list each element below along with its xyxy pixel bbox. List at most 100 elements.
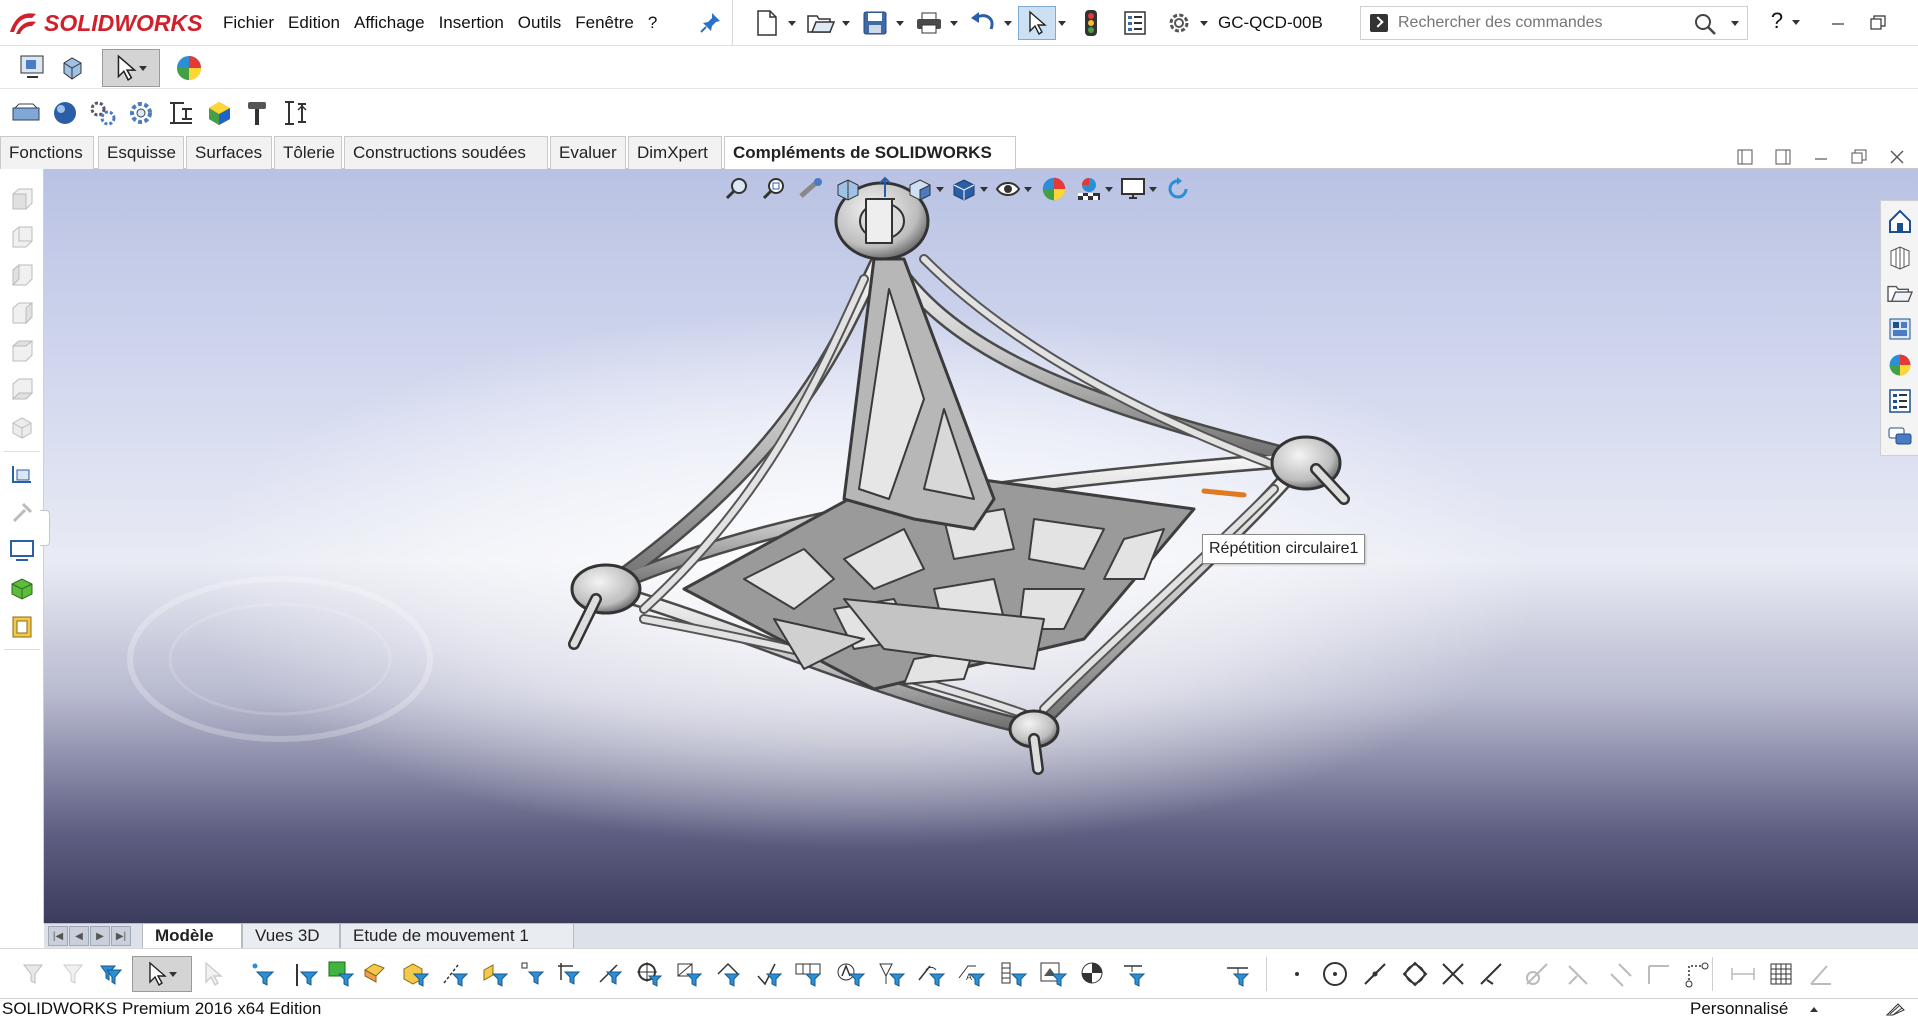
rotate-view-button[interactable]	[1160, 171, 1197, 207]
chevron-down-icon[interactable]	[1792, 20, 1800, 25]
search-input[interactable]	[1398, 14, 1688, 32]
chevron-down-icon[interactable]	[896, 20, 904, 26]
filter-datum-features-button[interactable]	[874, 956, 908, 992]
file-properties-button[interactable]	[1116, 6, 1154, 40]
tab-complements-solidworks[interactable]: Compléments de SOLIDWORKS	[724, 136, 1016, 170]
doc-restore-button[interactable]	[1840, 140, 1878, 174]
menu-fichier[interactable]: Fichier	[216, 0, 281, 46]
open-button[interactable]	[802, 6, 840, 40]
rx-button[interactable]	[240, 96, 274, 130]
solidworks-logo[interactable]: SOLIDWORKS	[6, 8, 202, 38]
dynamic-annotation-button[interactable]	[866, 171, 903, 207]
tile-right-button[interactable]	[1764, 140, 1802, 174]
snap-parallel-button[interactable]	[1604, 956, 1638, 992]
filter-midpoints-button[interactable]	[594, 956, 628, 992]
menu-insertion[interactable]: Insertion	[432, 0, 511, 46]
filter-dimensions-button[interactable]	[712, 956, 746, 992]
chevron-down-icon[interactable]	[842, 20, 850, 26]
sketch-tools-button[interactable]	[6, 497, 38, 529]
apply-scene-button[interactable]	[1072, 171, 1116, 207]
top-view-button[interactable]	[6, 335, 38, 367]
chevron-down-icon[interactable]	[1200, 20, 1208, 26]
tab-esquisse[interactable]: Esquisse	[98, 136, 184, 169]
new-document-button[interactable]	[748, 6, 786, 40]
solidworks-resources-tab[interactable]	[1882, 203, 1918, 239]
filter-clear-button[interactable]	[56, 956, 90, 992]
appearances-scenes-tab[interactable]	[1882, 347, 1918, 383]
snap-grid-button[interactable]	[1764, 956, 1798, 992]
panel-collapse-handle[interactable]	[40, 510, 50, 546]
tab-modele[interactable]: Modèle	[142, 924, 242, 949]
chevron-down-icon[interactable]	[1149, 186, 1157, 192]
display-pane-button[interactable]	[6, 611, 38, 643]
front-view-button[interactable]	[6, 183, 38, 215]
filter-faces-button[interactable]	[324, 956, 358, 992]
snap-intersection-button[interactable]	[1436, 956, 1470, 992]
previous-tab-button[interactable]: ◀	[69, 926, 89, 946]
snap-quadrant-button[interactable]	[1398, 956, 1432, 992]
tab-fonctions[interactable]: Fonctions	[0, 136, 94, 169]
snap-tangent-button[interactable]	[1520, 956, 1554, 992]
custom-properties-tab[interactable]	[1882, 383, 1918, 419]
view-orientation-button[interactable]	[903, 171, 947, 207]
chevron-down-icon[interactable]	[169, 971, 177, 977]
zoom-area-button[interactable]	[755, 171, 792, 207]
next-tab-button[interactable]: ▶	[90, 926, 110, 946]
help-button[interactable]: ?	[1762, 8, 1792, 34]
snap-perpendicular-button[interactable]	[1562, 956, 1596, 992]
section-view-button[interactable]	[6, 573, 38, 605]
tab-surfaces[interactable]: Surfaces	[186, 136, 272, 169]
tab-vues-3d[interactable]: Vues 3D	[242, 924, 340, 949]
motion-button[interactable]	[86, 96, 120, 130]
previous-view-button[interactable]	[792, 171, 829, 207]
options-button[interactable]	[1160, 6, 1198, 40]
chevron-up-icon[interactable]	[1810, 1007, 1818, 1012]
filter-edges-button[interactable]	[290, 956, 324, 992]
chevron-down-icon[interactable]	[1058, 20, 1066, 26]
display-style-button[interactable]	[947, 171, 991, 207]
simulation-button[interactable]	[124, 96, 158, 130]
filter-sketch-segments-button[interactable]	[552, 956, 586, 992]
tab-evaluer[interactable]: Evaluer	[550, 136, 626, 169]
menu-affichage[interactable]: Affichage	[347, 0, 432, 46]
chevron-down-icon[interactable]	[980, 186, 988, 192]
flow-simulation-button[interactable]	[202, 96, 236, 130]
normal-to-button[interactable]	[6, 459, 38, 491]
snap-center-button[interactable]	[1318, 956, 1352, 992]
menu-fenetre[interactable]: Fenêtre	[568, 0, 641, 46]
isometric-view-button[interactable]	[6, 411, 38, 443]
snap-to-points-button[interactable]	[1680, 956, 1714, 992]
graphics-area[interactable]	[44, 169, 1918, 923]
back-view-button[interactable]	[6, 221, 38, 253]
edit-appearance-button[interactable]	[1035, 171, 1072, 207]
bottom-view-button[interactable]	[6, 373, 38, 405]
filter-weld-symbols-button[interactable]	[914, 956, 948, 992]
select-filter-button[interactable]	[132, 956, 192, 992]
filter-solid-bodies-button[interactable]	[398, 956, 432, 992]
make-drawing-button[interactable]	[54, 51, 88, 85]
menu-edition[interactable]: Edition	[281, 0, 347, 46]
select-button[interactable]	[1018, 6, 1056, 40]
filter-toggle-button[interactable]	[16, 956, 50, 992]
search-icon[interactable]	[1693, 12, 1717, 36]
left-view-button[interactable]	[6, 259, 38, 291]
tab-etude-mouvement[interactable]: Etude de mouvement 1	[340, 924, 574, 949]
first-tab-button[interactable]: |◀	[48, 926, 68, 946]
filter-vertices-button[interactable]	[246, 956, 280, 992]
view-settings-button[interactable]	[1116, 171, 1160, 207]
hide-show-items-button[interactable]	[991, 171, 1035, 207]
chevron-down-icon[interactable]	[788, 20, 796, 26]
chevron-down-icon[interactable]	[1731, 21, 1739, 26]
select-tool-button[interactable]	[102, 49, 160, 87]
rebuild-button[interactable]	[1072, 6, 1110, 40]
filter-welds-button[interactable]	[1078, 956, 1112, 992]
chevron-down-icon[interactable]	[1004, 20, 1012, 26]
filter-blocks-button[interactable]	[1036, 956, 1070, 992]
select-other-button[interactable]	[196, 956, 230, 992]
filter-center-marks-button[interactable]	[632, 956, 666, 992]
save-button[interactable]	[856, 6, 894, 40]
filter-all-button[interactable]	[94, 956, 128, 992]
chevron-down-icon[interactable]	[1105, 186, 1113, 192]
view-selector-button[interactable]	[6, 535, 38, 567]
filter-datum-targets-button[interactable]: A	[954, 956, 988, 992]
